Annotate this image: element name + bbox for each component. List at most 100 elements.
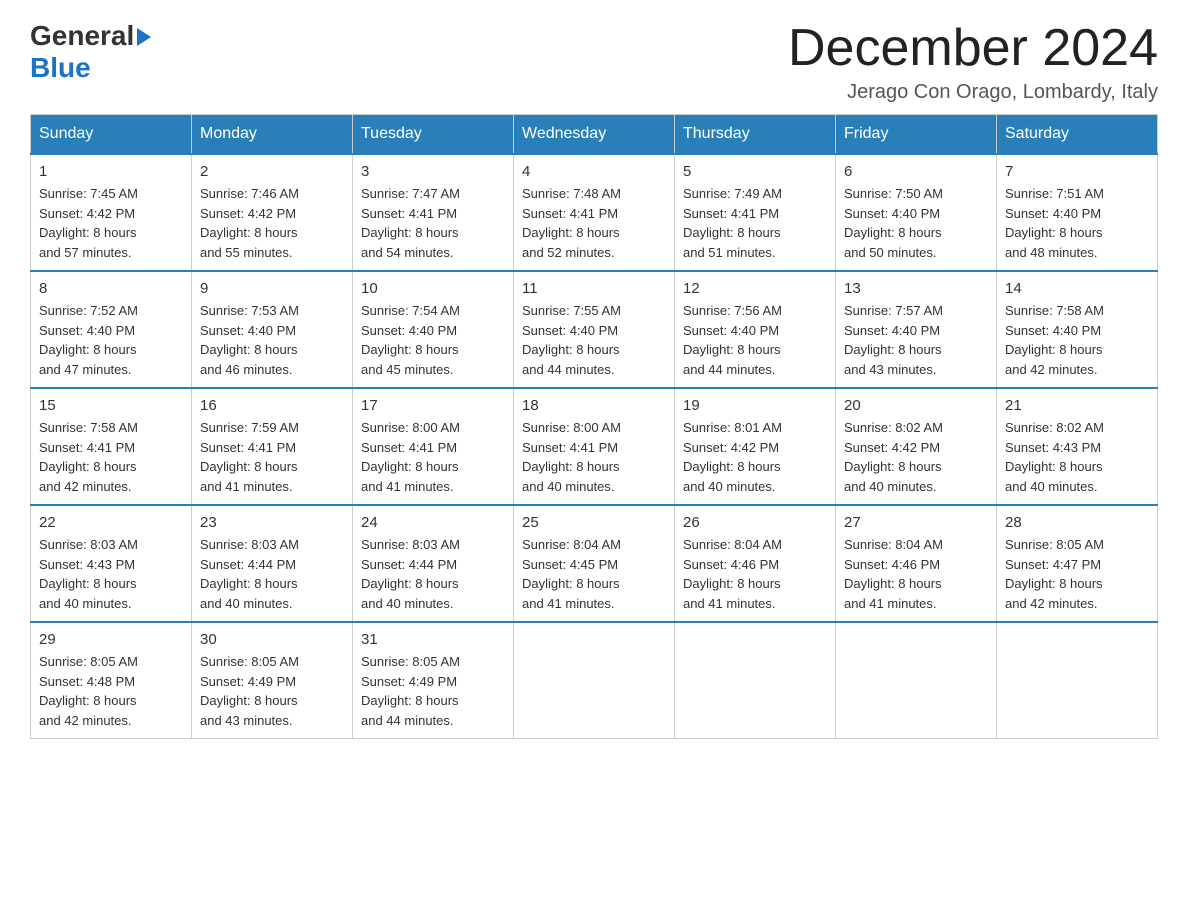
day-info: Sunrise: 7:53 AM Sunset: 4:40 PM Dayligh…: [200, 301, 344, 379]
calendar-week-row: 8 Sunrise: 7:52 AM Sunset: 4:40 PM Dayli…: [31, 271, 1158, 388]
calendar-cell: 26 Sunrise: 8:04 AM Sunset: 4:46 PM Dayl…: [675, 505, 836, 622]
day-number: 12: [683, 280, 827, 297]
logo-general-text: General: [30, 20, 134, 52]
calendar-cell: 19 Sunrise: 8:01 AM Sunset: 4:42 PM Dayl…: [675, 388, 836, 505]
calendar-cell: 28 Sunrise: 8:05 AM Sunset: 4:47 PM Dayl…: [997, 505, 1158, 622]
calendar-cell: 11 Sunrise: 7:55 AM Sunset: 4:40 PM Dayl…: [514, 271, 675, 388]
day-info: Sunrise: 7:56 AM Sunset: 4:40 PM Dayligh…: [683, 301, 827, 379]
calendar-cell: 18 Sunrise: 8:00 AM Sunset: 4:41 PM Dayl…: [514, 388, 675, 505]
calendar-cell: 24 Sunrise: 8:03 AM Sunset: 4:44 PM Dayl…: [353, 505, 514, 622]
day-number: 21: [1005, 397, 1149, 414]
calendar-cell: [514, 622, 675, 739]
calendar-cell: 13 Sunrise: 7:57 AM Sunset: 4:40 PM Dayl…: [836, 271, 997, 388]
day-info: Sunrise: 8:03 AM Sunset: 4:44 PM Dayligh…: [200, 535, 344, 613]
calendar-cell: [675, 622, 836, 739]
calendar-table: SundayMondayTuesdayWednesdayThursdayFrid…: [30, 114, 1158, 739]
calendar-week-row: 15 Sunrise: 7:58 AM Sunset: 4:41 PM Dayl…: [31, 388, 1158, 505]
day-info: Sunrise: 7:49 AM Sunset: 4:41 PM Dayligh…: [683, 184, 827, 262]
day-number: 30: [200, 631, 344, 648]
weekday-header-sunday: Sunday: [31, 115, 192, 155]
calendar-cell: 4 Sunrise: 7:48 AM Sunset: 4:41 PM Dayli…: [514, 154, 675, 271]
day-number: 5: [683, 163, 827, 180]
calendar-cell: 14 Sunrise: 7:58 AM Sunset: 4:40 PM Dayl…: [997, 271, 1158, 388]
calendar-week-row: 29 Sunrise: 8:05 AM Sunset: 4:48 PM Dayl…: [31, 622, 1158, 739]
day-info: Sunrise: 7:45 AM Sunset: 4:42 PM Dayligh…: [39, 184, 183, 262]
day-number: 17: [361, 397, 505, 414]
calendar-cell: 29 Sunrise: 8:05 AM Sunset: 4:48 PM Dayl…: [31, 622, 192, 739]
day-number: 18: [522, 397, 666, 414]
title-section: December 2024 Jerago Con Orago, Lombardy…: [788, 20, 1158, 104]
calendar-cell: 3 Sunrise: 7:47 AM Sunset: 4:41 PM Dayli…: [353, 154, 514, 271]
day-number: 14: [1005, 280, 1149, 297]
calendar-cell: 27 Sunrise: 8:04 AM Sunset: 4:46 PM Dayl…: [836, 505, 997, 622]
weekday-header-wednesday: Wednesday: [514, 115, 675, 155]
day-info: Sunrise: 8:04 AM Sunset: 4:46 PM Dayligh…: [683, 535, 827, 613]
day-info: Sunrise: 7:59 AM Sunset: 4:41 PM Dayligh…: [200, 418, 344, 496]
day-info: Sunrise: 8:03 AM Sunset: 4:43 PM Dayligh…: [39, 535, 183, 613]
day-number: 25: [522, 514, 666, 531]
month-year-title: December 2024: [788, 20, 1158, 77]
calendar-cell: 12 Sunrise: 7:56 AM Sunset: 4:40 PM Dayl…: [675, 271, 836, 388]
calendar-cell: 6 Sunrise: 7:50 AM Sunset: 4:40 PM Dayli…: [836, 154, 997, 271]
day-number: 8: [39, 280, 183, 297]
calendar-cell: 2 Sunrise: 7:46 AM Sunset: 4:42 PM Dayli…: [192, 154, 353, 271]
calendar-cell: 1 Sunrise: 7:45 AM Sunset: 4:42 PM Dayli…: [31, 154, 192, 271]
calendar-cell: [997, 622, 1158, 739]
calendar-week-row: 1 Sunrise: 7:45 AM Sunset: 4:42 PM Dayli…: [31, 154, 1158, 271]
day-info: Sunrise: 8:02 AM Sunset: 4:43 PM Dayligh…: [1005, 418, 1149, 496]
calendar-cell: 21 Sunrise: 8:02 AM Sunset: 4:43 PM Dayl…: [997, 388, 1158, 505]
calendar-cell: 7 Sunrise: 7:51 AM Sunset: 4:40 PM Dayli…: [997, 154, 1158, 271]
day-info: Sunrise: 7:55 AM Sunset: 4:40 PM Dayligh…: [522, 301, 666, 379]
day-number: 3: [361, 163, 505, 180]
day-info: Sunrise: 8:00 AM Sunset: 4:41 PM Dayligh…: [361, 418, 505, 496]
day-number: 26: [683, 514, 827, 531]
day-number: 2: [200, 163, 344, 180]
calendar-cell: 31 Sunrise: 8:05 AM Sunset: 4:49 PM Dayl…: [353, 622, 514, 739]
day-number: 23: [200, 514, 344, 531]
day-info: Sunrise: 8:05 AM Sunset: 4:48 PM Dayligh…: [39, 652, 183, 730]
day-info: Sunrise: 7:57 AM Sunset: 4:40 PM Dayligh…: [844, 301, 988, 379]
calendar-cell: 23 Sunrise: 8:03 AM Sunset: 4:44 PM Dayl…: [192, 505, 353, 622]
calendar-header-row: SundayMondayTuesdayWednesdayThursdayFrid…: [31, 115, 1158, 155]
day-info: Sunrise: 8:01 AM Sunset: 4:42 PM Dayligh…: [683, 418, 827, 496]
day-number: 11: [522, 280, 666, 297]
page-header: General Blue December 2024 Jerago Con Or…: [30, 20, 1158, 104]
day-number: 22: [39, 514, 183, 531]
day-number: 28: [1005, 514, 1149, 531]
weekday-header-thursday: Thursday: [675, 115, 836, 155]
calendar-cell: 8 Sunrise: 7:52 AM Sunset: 4:40 PM Dayli…: [31, 271, 192, 388]
calendar-cell: 9 Sunrise: 7:53 AM Sunset: 4:40 PM Dayli…: [192, 271, 353, 388]
day-info: Sunrise: 8:03 AM Sunset: 4:44 PM Dayligh…: [361, 535, 505, 613]
day-info: Sunrise: 7:50 AM Sunset: 4:40 PM Dayligh…: [844, 184, 988, 262]
logo-arrow-icon: [137, 28, 151, 46]
day-info: Sunrise: 8:05 AM Sunset: 4:47 PM Dayligh…: [1005, 535, 1149, 613]
day-number: 20: [844, 397, 988, 414]
day-number: 29: [39, 631, 183, 648]
day-info: Sunrise: 7:52 AM Sunset: 4:40 PM Dayligh…: [39, 301, 183, 379]
weekday-header-saturday: Saturday: [997, 115, 1158, 155]
day-info: Sunrise: 7:48 AM Sunset: 4:41 PM Dayligh…: [522, 184, 666, 262]
weekday-header-monday: Monday: [192, 115, 353, 155]
day-info: Sunrise: 7:54 AM Sunset: 4:40 PM Dayligh…: [361, 301, 505, 379]
day-info: Sunrise: 8:05 AM Sunset: 4:49 PM Dayligh…: [200, 652, 344, 730]
day-info: Sunrise: 7:58 AM Sunset: 4:41 PM Dayligh…: [39, 418, 183, 496]
day-info: Sunrise: 7:58 AM Sunset: 4:40 PM Dayligh…: [1005, 301, 1149, 379]
logo-blue-text: Blue: [30, 52, 91, 83]
calendar-cell: 20 Sunrise: 8:02 AM Sunset: 4:42 PM Dayl…: [836, 388, 997, 505]
calendar-cell: [836, 622, 997, 739]
calendar-cell: 17 Sunrise: 8:00 AM Sunset: 4:41 PM Dayl…: [353, 388, 514, 505]
day-info: Sunrise: 8:05 AM Sunset: 4:49 PM Dayligh…: [361, 652, 505, 730]
day-number: 31: [361, 631, 505, 648]
calendar-cell: 15 Sunrise: 7:58 AM Sunset: 4:41 PM Dayl…: [31, 388, 192, 505]
calendar-cell: 25 Sunrise: 8:04 AM Sunset: 4:45 PM Dayl…: [514, 505, 675, 622]
day-number: 4: [522, 163, 666, 180]
day-info: Sunrise: 8:04 AM Sunset: 4:46 PM Dayligh…: [844, 535, 988, 613]
logo: General Blue: [30, 20, 151, 84]
day-number: 10: [361, 280, 505, 297]
day-info: Sunrise: 7:51 AM Sunset: 4:40 PM Dayligh…: [1005, 184, 1149, 262]
day-number: 27: [844, 514, 988, 531]
day-number: 24: [361, 514, 505, 531]
day-info: Sunrise: 8:02 AM Sunset: 4:42 PM Dayligh…: [844, 418, 988, 496]
day-number: 19: [683, 397, 827, 414]
calendar-cell: 30 Sunrise: 8:05 AM Sunset: 4:49 PM Dayl…: [192, 622, 353, 739]
